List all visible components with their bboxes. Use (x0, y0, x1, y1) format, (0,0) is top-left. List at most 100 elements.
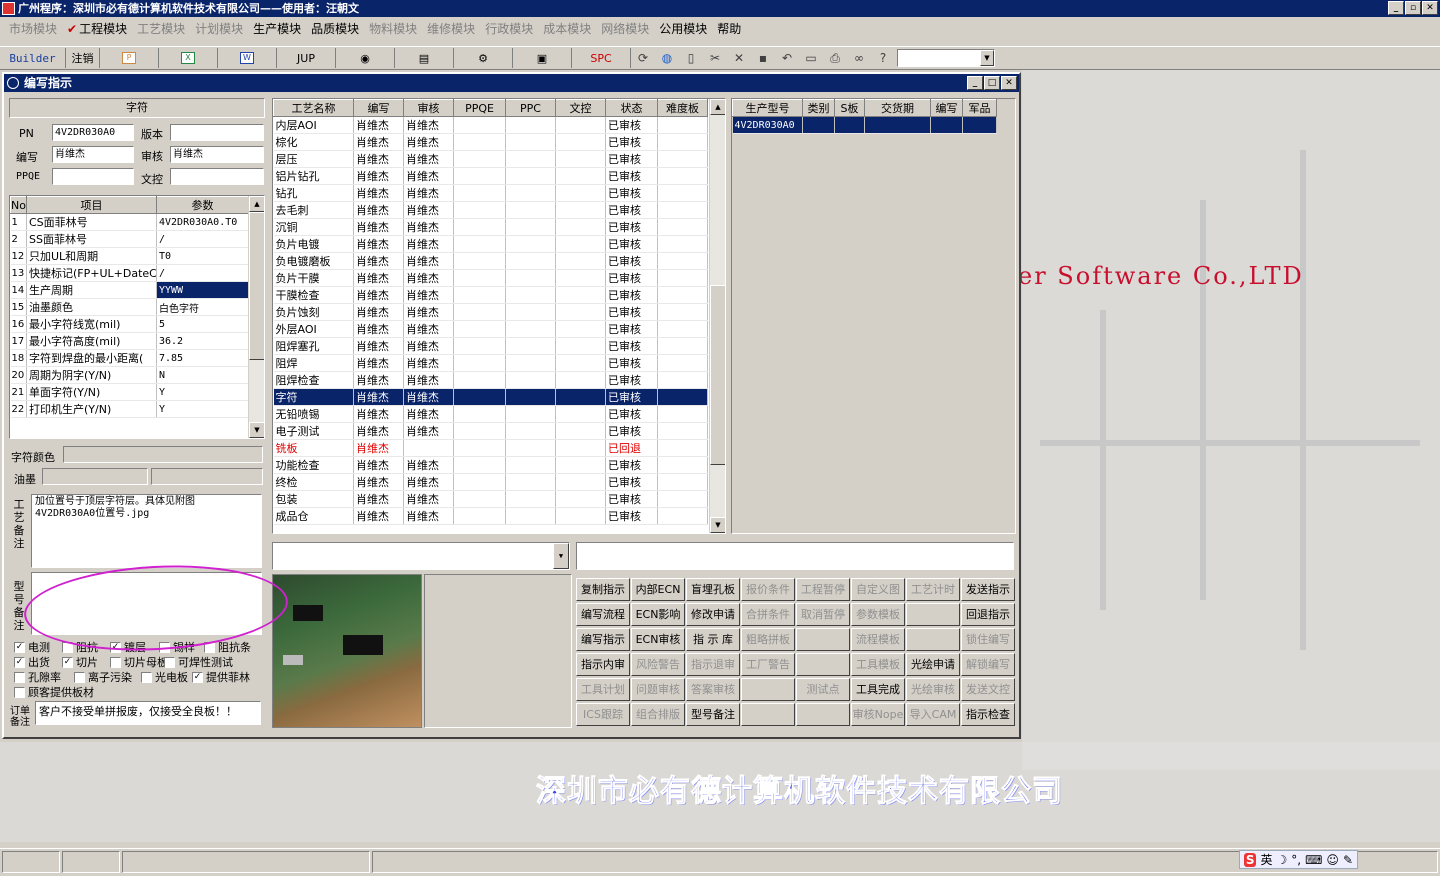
checkbox-item[interactable]: 顾客提供板材 (14, 684, 94, 700)
scroll-up-icon[interactable]: ▲ (710, 99, 725, 115)
table-row[interactable]: 内层AOI 肖维杰 肖维杰 已审核 (273, 116, 708, 134)
table-row[interactable]: 负片蚀刻 肖维杰 肖维杰 已审核 (273, 303, 708, 321)
menu-item[interactable]: 计划模块 (190, 20, 248, 37)
table-row[interactable]: 12 只加UL和周期 T0 (10, 247, 249, 265)
command-button[interactable]: 型号备注 (686, 703, 740, 726)
database-button[interactable]: ▤ (395, 48, 454, 68)
command-button[interactable]: 指示检查 (961, 703, 1015, 726)
close-button[interactable]: ✕ (1422, 1, 1438, 15)
table-row[interactable]: 无铅喷锡 肖维杰 肖维杰 已审核 (273, 405, 708, 423)
command-button[interactable]: 指示内审 (576, 653, 630, 676)
command-button[interactable]: 回退指示 (961, 603, 1015, 626)
table-row[interactable]: 成品仓 肖维杰 肖维杰 已审核 (273, 507, 708, 525)
checkbox-item[interactable]: ✓ 切片 (62, 654, 98, 670)
table-row[interactable]: 14 生产周期 YYWW (10, 281, 249, 299)
help-button[interactable]: ? (871, 48, 895, 68)
dialog-close-button[interactable]: ✕ (1001, 76, 1017, 90)
ink-field-1[interactable] (42, 468, 148, 485)
command-button[interactable]: ECN影响 (631, 603, 685, 626)
table-row[interactable]: 去毛刺 肖维杰 肖维杰 已审核 (273, 201, 708, 219)
doc-control-field[interactable] (170, 168, 264, 185)
table-row[interactable]: 15 油墨颜色 白色字符 (10, 298, 249, 316)
logout-button[interactable]: 注销 (66, 48, 100, 68)
moon-icon[interactable]: ☽ (1277, 853, 1288, 867)
model-header-cell[interactable]: S板 (834, 99, 865, 117)
command-button[interactable]: 内部ECN (631, 578, 685, 601)
model-header-cell[interactable]: 军品 (962, 99, 997, 117)
tools-button[interactable]: ⚙ (454, 48, 513, 68)
command-button[interactable]: 编写流程 (576, 603, 630, 626)
process-combo[interactable]: ▼ (272, 542, 570, 570)
table-row[interactable]: 沉铜 肖维杰 肖维杰 已审核 (273, 218, 708, 236)
command-button[interactable]: 发送指示 (961, 578, 1015, 601)
restore-button[interactable]: ▫ (1405, 1, 1421, 15)
menu-item[interactable]: ✔ 工程模块 (62, 20, 132, 37)
checkbox[interactable]: ✓ (14, 656, 25, 668)
excel-button[interactable]: X (159, 48, 218, 68)
table-row[interactable]: 16 最小字符线宽(mil) 5 (10, 315, 249, 333)
menu-item[interactable]: 维修模块 (422, 20, 480, 37)
checkbox[interactable]: ✓ (14, 641, 25, 653)
command-button[interactable]: ECN审核 (631, 628, 685, 651)
save-button[interactable]: ▪ (751, 48, 775, 68)
scroll-thumb[interactable] (249, 212, 264, 360)
process-scrollbar[interactable]: ▲ ▼ (709, 99, 725, 533)
user-icon[interactable]: ☺ (1326, 853, 1339, 867)
scroll-down-icon[interactable]: ▼ (249, 422, 264, 438)
pn-field[interactable]: 4V2DR030A0 (52, 124, 134, 141)
jup-button[interactable]: JUP (277, 48, 336, 68)
computer-button[interactable]: ▣ (513, 48, 572, 68)
order-note-field[interactable]: 客户不接受单拼报废，仅接受全良板！！ (35, 701, 261, 725)
powerpoint-button[interactable]: P (100, 48, 159, 68)
table-row[interactable]: 负片电镀 肖维杰 肖维杰 已审核 (273, 235, 708, 253)
table-row[interactable]: 22 打印机生产(Y/N) Y (10, 400, 249, 418)
delete-button[interactable]: ✕ (727, 48, 751, 68)
menu-item[interactable]: 品质模块 (306, 20, 364, 37)
cut-button[interactable]: ✂ (703, 48, 727, 68)
table-row[interactable]: 电子测试 肖维杰 肖维杰 已审核 (273, 422, 708, 440)
checkbox-item[interactable]: ✓ 出货 (14, 654, 50, 670)
process-header-cell[interactable]: 文控 (555, 99, 606, 117)
command-button[interactable]: 指 示 库 (686, 628, 740, 651)
params-header-cell[interactable]: 参数 (156, 196, 249, 214)
checkbox[interactable] (14, 671, 25, 683)
params-header-cell[interactable]: No (10, 196, 27, 214)
menu-item[interactable]: 网络模块 (596, 20, 654, 37)
ime-mode[interactable]: 英 (1260, 851, 1272, 868)
find-button[interactable]: ∞ (847, 48, 871, 68)
view-button[interactable]: ◉ (336, 48, 395, 68)
table-row[interactable]: 阻焊 肖维杰 肖维杰 已审核 (273, 354, 708, 372)
punctuation-icon[interactable]: °, (1291, 853, 1301, 867)
scroll-thumb[interactable] (710, 285, 725, 465)
checkbox[interactable]: ✓ (192, 671, 203, 683)
char-color-select[interactable] (63, 446, 263, 463)
keyboard-icon[interactable]: ⌨ (1305, 853, 1322, 867)
table-row[interactable]: 铣板 肖维杰 已回退 (273, 439, 708, 457)
new-button[interactable]: ▯ (679, 48, 703, 68)
minimize-button[interactable]: _ (1388, 1, 1404, 15)
spc-button[interactable]: SPC (572, 48, 631, 68)
checkbox-item[interactable]: ✓ 提供菲林 (192, 669, 250, 685)
dialog-minimize-button[interactable]: _ (967, 76, 983, 90)
refresh-button[interactable]: ⟳ (631, 48, 655, 68)
writer-field[interactable]: 肖维杰 (52, 146, 134, 163)
menu-item[interactable]: 行政模块 (480, 20, 538, 37)
model-header-cell[interactable]: 编写 (930, 99, 963, 117)
command-button[interactable]: 复制指示 (576, 578, 630, 601)
review-field[interactable]: 肖维杰 (170, 146, 264, 163)
chevron-down-icon[interactable]: ▼ (553, 543, 569, 569)
process-header-cell[interactable]: 工艺名称 (273, 99, 354, 117)
menu-item[interactable]: 成本模块 (538, 20, 596, 37)
checkbox-item[interactable]: 光电板 (141, 669, 188, 685)
table-row[interactable]: 字符 肖维杰 肖维杰 已审核 (273, 388, 708, 406)
menu-item[interactable]: 公用模块 (654, 20, 712, 37)
command-button[interactable]: 光绘申请 (906, 653, 960, 676)
print-button[interactable]: ⎙ (823, 48, 847, 68)
table-row[interactable]: 棕化 肖维杰 肖维杰 已审核 (273, 133, 708, 151)
scroll-down-icon[interactable]: ▼ (710, 517, 725, 533)
checkbox-item[interactable]: 切片母板 (110, 654, 168, 670)
globe-button[interactable]: ◍ (655, 48, 679, 68)
table-row[interactable]: 2 SS面菲林号 / (10, 230, 249, 248)
checkbox-item[interactable]: 离子污染 (74, 669, 132, 685)
command-button[interactable]: 修改申请 (686, 603, 740, 626)
